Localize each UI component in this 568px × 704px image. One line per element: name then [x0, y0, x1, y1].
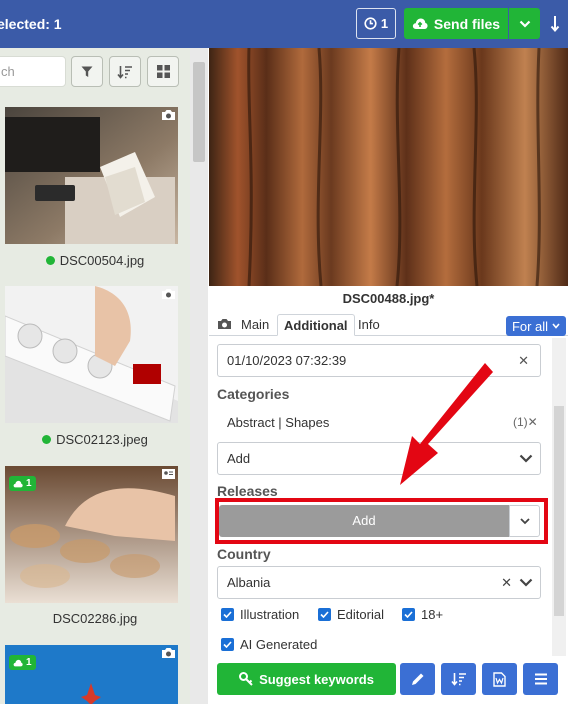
search-input[interactable]: ch — [0, 56, 66, 87]
highlight-box — [215, 498, 548, 544]
country-label: Country — [217, 546, 271, 562]
id-card-icon — [161, 468, 176, 480]
checkbox-checked-icon — [221, 608, 234, 621]
cloud-upload-icon — [13, 659, 23, 666]
adult-checkbox[interactable]: 18+ — [402, 607, 443, 622]
category-item: Abstract | Shapes — [227, 415, 330, 430]
chevron-down-icon — [519, 578, 533, 587]
chevron-down-icon — [519, 454, 533, 463]
thumbnail-image[interactable] — [5, 286, 178, 423]
clock-icon — [364, 17, 377, 30]
word-file-icon — [493, 671, 506, 687]
key-icon — [239, 672, 253, 686]
sort-icon — [450, 673, 466, 686]
edit-button[interactable] — [400, 663, 435, 695]
thumbnail-filename: DSC00504.jpg — [0, 253, 190, 268]
send-files-label: Send files — [433, 15, 501, 32]
camera-icon — [218, 319, 231, 329]
cloud-upload-icon — [412, 18, 428, 29]
send-files-button[interactable]: Send files — [404, 8, 508, 39]
word-document-button[interactable] — [482, 663, 517, 695]
form-scrollbar[interactable] — [552, 338, 566, 656]
tab-additional[interactable]: Additional — [277, 314, 355, 336]
arrow-down-icon — [550, 16, 560, 33]
clear-date-icon[interactable]: ✕ — [518, 345, 529, 376]
pencil-icon — [411, 673, 423, 685]
send-options-dropdown[interactable] — [509, 8, 540, 39]
menu-button[interactable] — [523, 663, 558, 695]
remove-icon[interactable]: ✕ — [528, 415, 538, 429]
camera-icon — [161, 288, 176, 300]
tab-camera[interactable] — [211, 315, 238, 337]
history-count: 1 — [380, 16, 389, 31]
filter-button[interactable] — [71, 56, 103, 87]
releases-label: Releases — [217, 483, 278, 499]
ai-generated-checkbox[interactable]: AI Generated — [221, 637, 317, 652]
chevron-down-icon — [519, 20, 530, 28]
sort-icon — [117, 65, 132, 79]
grid-icon — [156, 65, 170, 78]
thumbnail-image[interactable]: 1 — [5, 645, 178, 704]
categories-label: Categories — [217, 386, 290, 402]
red-arrow-annotation — [400, 363, 493, 485]
thumbnail-filename: DSC02123.jpeg — [0, 432, 190, 447]
clear-country-icon[interactable]: ✕ — [501, 567, 512, 598]
status-dot — [45, 256, 55, 265]
tab-main[interactable]: Main — [235, 314, 275, 336]
chevron-down-icon — [552, 323, 560, 329]
for-all-dropdown[interactable]: For all — [506, 316, 566, 336]
preview-image — [209, 48, 568, 286]
camera-icon — [161, 109, 176, 121]
camera-icon — [161, 647, 176, 659]
hamburger-icon — [534, 673, 547, 685]
file-list-panel: ch DSC00504.jpg DSC02123.jpeg 1 DSC02286… — [0, 48, 190, 704]
tab-info[interactable]: Info — [352, 314, 386, 336]
history-button[interactable]: 1 — [356, 8, 396, 39]
sort-keywords-button[interactable] — [441, 663, 476, 695]
download-arrow-button[interactable] — [548, 12, 562, 36]
cloud-upload-icon — [13, 480, 23, 487]
preview-filename: DSC00488.jpg* — [342, 291, 435, 306]
top-bar: elected: 1 1 Send files — [0, 0, 568, 48]
filter-icon — [81, 66, 93, 77]
grid-view-button[interactable] — [147, 56, 179, 87]
thumbnail-image[interactable] — [5, 107, 178, 244]
file-list-scrollbar[interactable] — [190, 48, 208, 704]
status-dot — [42, 435, 52, 444]
selected-count-text: elected: 1 — [0, 16, 62, 32]
checkbox-checked-icon — [221, 638, 234, 651]
thumbnail-image[interactable]: 1 — [5, 466, 178, 603]
suggest-keywords-button[interactable]: Suggest keywords — [217, 663, 396, 695]
upload-count-badge: 1 — [9, 476, 36, 491]
upload-count-badge: 1 — [9, 655, 36, 670]
country-select[interactable]: Albania ✕ — [217, 566, 541, 599]
checkbox-checked-icon — [318, 608, 331, 621]
thumbnail-filename: DSC02286.jpg — [52, 611, 138, 626]
illustration-checkbox[interactable]: Illustration — [221, 607, 299, 622]
checkbox-checked-icon — [402, 608, 415, 621]
editorial-checkbox[interactable]: Editorial — [318, 607, 384, 622]
category-remove[interactable]: (1)✕ — [513, 415, 538, 429]
sort-button[interactable] — [109, 56, 141, 87]
